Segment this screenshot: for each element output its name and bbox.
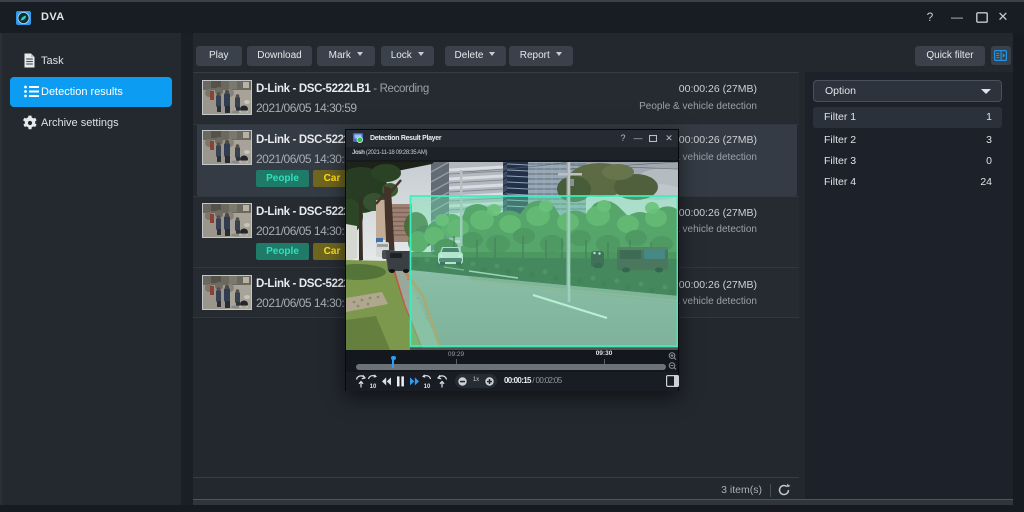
svg-text:10: 10	[424, 384, 431, 389]
svg-text:10: 10	[370, 384, 377, 389]
